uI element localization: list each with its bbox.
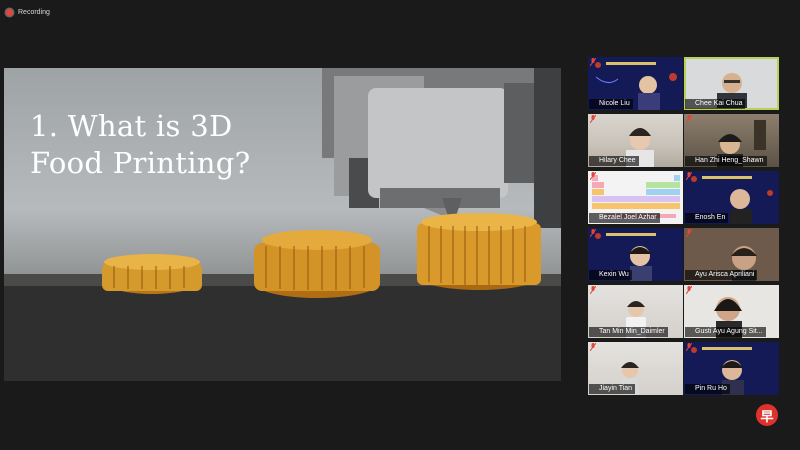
mic-muted-icon (686, 172, 692, 180)
participant-tile-han-zhi-heng[interactable]: Han Zhi Heng_Shawn (684, 114, 779, 167)
participant-tile-chee-kai-chua[interactable]: Chee Kai Chua (684, 57, 779, 110)
mic-muted-icon (686, 229, 692, 237)
mic-muted-icon (590, 343, 596, 351)
mic-muted-icon (590, 58, 596, 66)
mic-muted-icon (590, 286, 596, 294)
recording-dot-icon (6, 9, 13, 16)
participant-name: Chee Kai Chua (685, 99, 746, 109)
participant-tile-hilary-chee[interactable]: Hilary Chee (588, 114, 683, 167)
participant-tile-ayu-arisca-apriliani[interactable]: Ayu Arisca Apriliani (684, 228, 779, 281)
recording-indicator[interactable]: Recording (6, 6, 50, 19)
mic-muted-icon (590, 172, 596, 180)
participant-name: Bezalel Joel Azhar (589, 213, 660, 223)
participant-name: Pin Ru Ho (685, 384, 730, 394)
participant-name: Tan Min Min_Daimler (589, 327, 668, 337)
participant-tile-tan-min-min[interactable]: Tan Min Min_Daimler (588, 285, 683, 338)
brand-logo-icon: 早 (756, 404, 778, 426)
participant-name: Jiayin Tian (589, 384, 636, 394)
participant-tile-gusti-ayu-agung[interactable]: Gusti Ayu Agung Sit... (684, 285, 779, 338)
participant-name: Nicole Liu (589, 99, 633, 109)
participant-tile-pin-ru-ho[interactable]: Pin Ru Ho (684, 342, 779, 395)
participant-name: Kexin Wu (589, 270, 632, 280)
participant-tile-bezalel-joel-azhar[interactable]: Bezalel Joel Azhar (588, 171, 683, 224)
participant-name: Ayu Arisca Apriliani (685, 270, 758, 280)
mic-muted-icon (590, 115, 596, 123)
mic-muted-icon (686, 343, 692, 351)
participant-tile-nicole-liu[interactable]: Nicole Liu (588, 57, 683, 110)
participant-tile-enosh-en[interactable]: Enosh En (684, 171, 779, 224)
participant-name: Han Zhi Heng_Shawn (685, 156, 767, 166)
mic-muted-icon (590, 229, 596, 237)
participant-name: Hilary Chee (589, 156, 639, 166)
slide-title-line1: 1. What is 3D (30, 109, 233, 143)
recording-label: Recording (18, 9, 50, 16)
mic-muted-icon (686, 286, 692, 294)
participant-name: Gusti Ayu Agung Sit... (685, 327, 766, 337)
slide-title-line2: Food Printing? (30, 146, 251, 180)
shared-screen: 1. What is 3D Food Printing? (4, 68, 561, 381)
participant-tile-jiayin-tian[interactable]: Jiayin Tian (588, 342, 683, 395)
participant-tile-kexin-wu[interactable]: Kexin Wu (588, 228, 683, 281)
mic-muted-icon (686, 115, 692, 123)
participant-name: Enosh En (685, 213, 729, 223)
